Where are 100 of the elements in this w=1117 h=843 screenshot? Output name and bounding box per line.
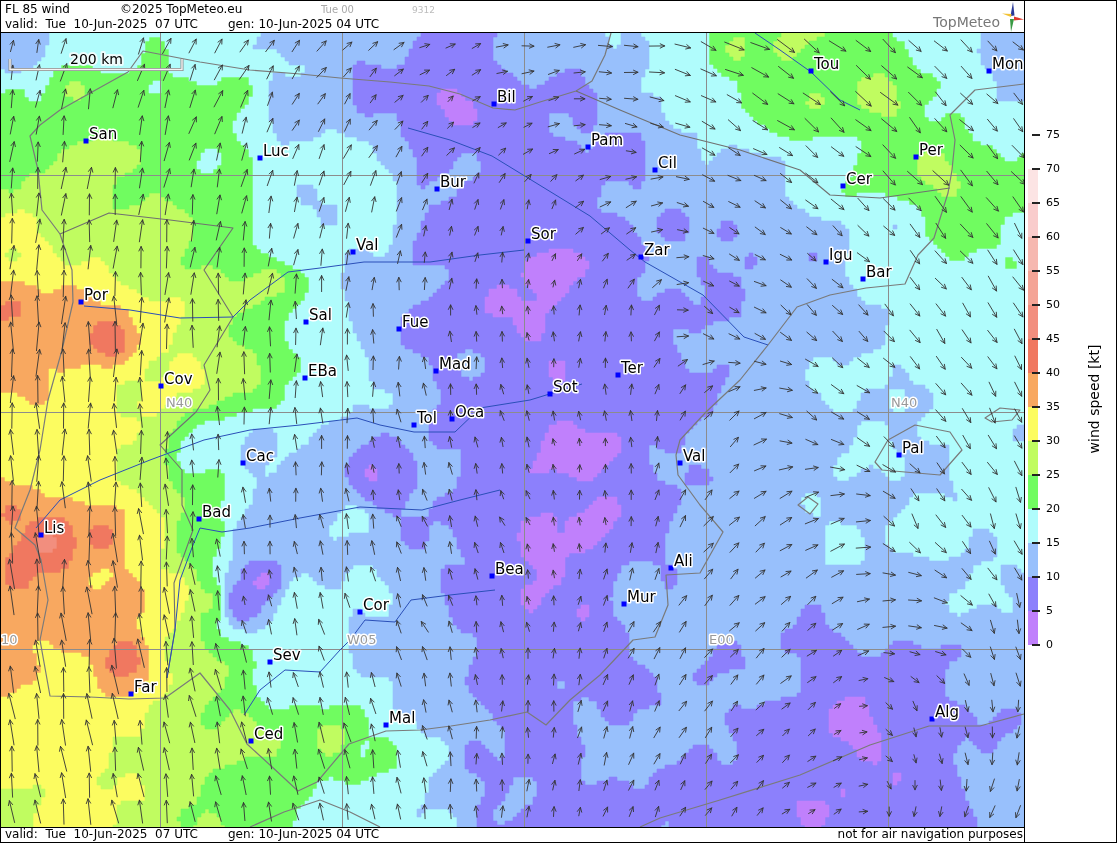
tick-mark [1032,610,1040,612]
city-marker-icon [621,601,627,607]
city-label: Per [919,141,943,159]
tick-label: 60 [1046,231,1060,243]
city-label: Zar [644,241,670,259]
city-label: Cov [164,370,193,388]
star-logo-icon [1002,2,1024,32]
city-marker-icon [896,452,902,458]
tick-label: 15 [1046,537,1060,549]
generated-time: gen: 10-Jun-2025 04 UTC [228,828,380,842]
tick-label: 30 [1046,435,1060,447]
city-marker-icon [128,691,134,697]
tick-mark [1032,270,1040,272]
tick-mark [1032,440,1040,442]
city-label: Val [356,236,379,254]
city-marker-icon [303,319,309,325]
city-marker-icon [638,254,644,260]
tick-label: 35 [1046,401,1060,413]
tick-label: 40 [1046,367,1060,379]
tick-label: 75 [1046,129,1060,141]
city-label: Cac [246,447,274,465]
city-marker-icon [677,460,683,466]
city-label: Pam [591,131,624,149]
city-label: Oca [455,403,485,421]
city-label: Sev [273,646,301,664]
city-marker-icon [196,516,202,522]
city-label: EBa [308,362,337,380]
city-label: Sor [531,225,556,243]
tick-mark [1032,406,1040,408]
city-marker-icon [78,299,84,305]
city-label: Lis [44,519,65,537]
city-marker-icon [38,532,44,538]
grid-label: E00 [709,632,734,647]
valid-time: valid: Tue 10-Jun-2025 07 UTC [5,828,199,842]
tick-mark [1032,644,1040,646]
city-marker-icon [986,68,992,74]
city-marker-icon [668,565,674,571]
city-label: Tou [814,55,840,73]
city-label: San [89,125,118,143]
tick-mark [1032,474,1040,476]
city-label: Sal [309,306,332,324]
city-marker-icon [525,238,531,244]
city-marker-icon [158,383,164,389]
legend-title: wind speed [kt] [1086,344,1102,453]
tick-label: 45 [1046,333,1060,345]
city-marker-icon [350,249,356,255]
city-marker-icon [585,144,591,150]
city-marker-icon [860,276,866,282]
city-label: Pal [902,439,924,457]
tick-label: 50 [1046,299,1060,311]
city-label: Mad [439,355,471,373]
city-marker-icon [240,460,246,466]
city-marker-icon [489,573,495,579]
city-label: Fue [402,313,429,331]
city-label: Luc [263,142,289,160]
city-marker-icon [652,167,658,173]
city-label: Sot [553,378,578,396]
tick-mark [1032,168,1040,170]
city-label: Ced [254,725,284,743]
city-marker-icon [840,183,846,189]
city-marker-icon [808,68,814,74]
city-marker-icon [913,154,919,160]
generated-time: gen: 10-Jun-2025 04 UTC [228,17,380,31]
tick-label: 65 [1046,197,1060,209]
city-marker-icon [929,716,935,722]
tick-mark [1032,372,1040,374]
scale-bar-label: 200 km [70,51,123,67]
run-label: Tue 00 [321,4,355,16]
city-label: Val [683,447,706,465]
city-marker-icon [302,375,308,381]
tick-mark [1032,202,1040,204]
city-marker-icon [357,609,363,615]
copyright-text: ©2025 TopMeteo.eu [120,2,244,16]
city-marker-icon [615,372,621,378]
city-marker-icon [396,326,402,332]
city-marker-icon [383,722,389,728]
tick-mark [1032,576,1040,578]
city-marker-icon [491,101,497,107]
city-label: Mal [389,709,416,727]
tick-mark [1032,134,1040,136]
city-marker-icon [257,155,263,161]
city-label: Bea [495,560,524,578]
city-marker-icon [449,416,455,422]
logo-text: TopMeteo [933,15,1000,29]
disclaimer-text: not for air navigation purposes [837,828,1023,842]
city-marker-icon [267,659,273,665]
tick-mark [1032,338,1040,340]
city-label: Alg [935,703,959,721]
tick-label: 0 [1046,639,1053,651]
tick-mark [1032,508,1040,510]
city-marker-icon [434,186,440,192]
tick-label: 55 [1046,265,1060,277]
city-label: Cil [658,154,677,172]
tick-mark [1032,236,1040,238]
city-label: Ali [674,552,693,570]
city-label: Por [84,286,108,304]
tick-label: 25 [1046,469,1060,481]
tick-label: 5 [1046,605,1053,617]
grid-label: N40 [166,395,193,410]
city-marker-icon [411,422,417,428]
